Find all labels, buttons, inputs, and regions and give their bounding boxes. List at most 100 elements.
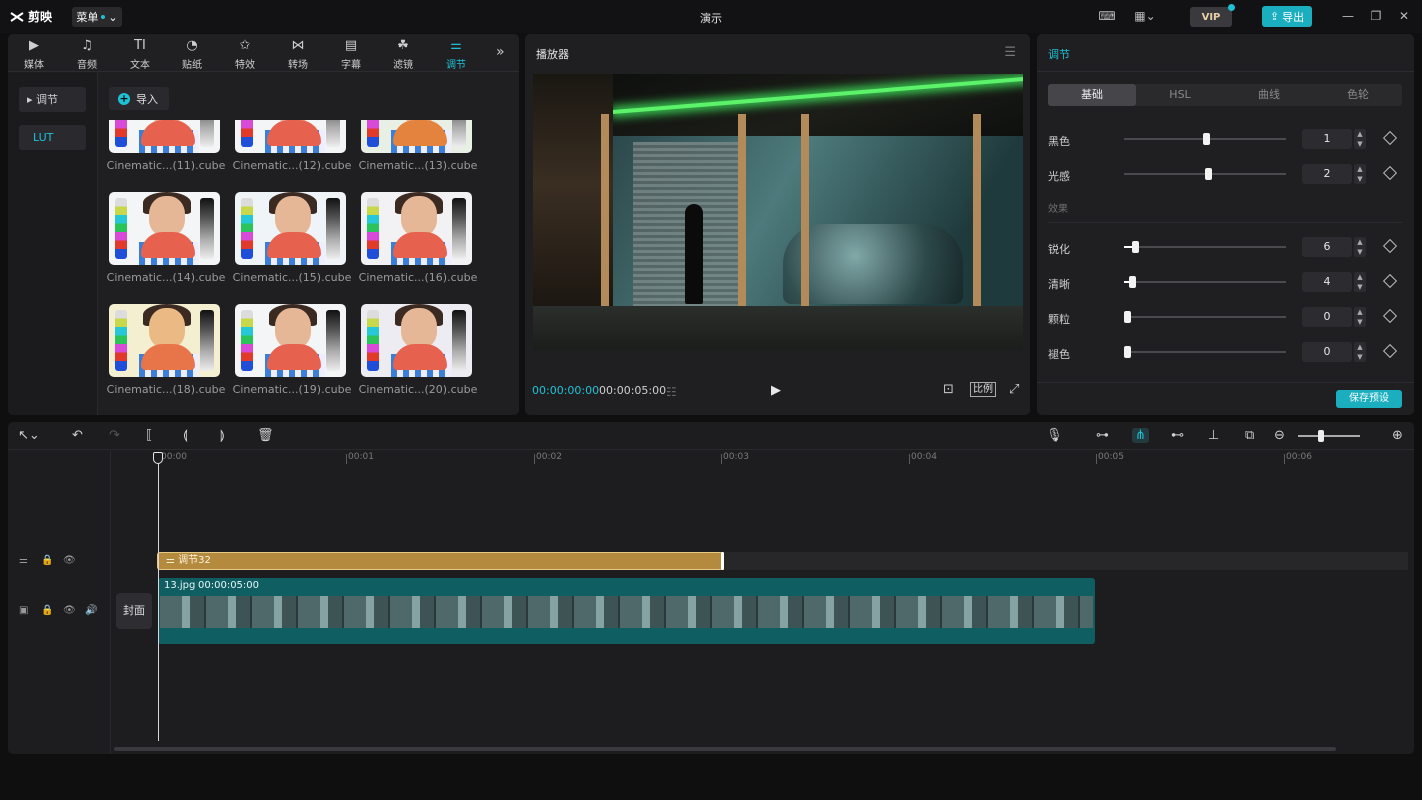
ratio-button[interactable]: 比例 bbox=[970, 382, 996, 397]
lut-item[interactable]: Cinematic...(15).cube bbox=[232, 192, 352, 292]
trim-right-icon[interactable]: ⟭ bbox=[220, 428, 225, 443]
lut-item[interactable]: Cinematic...(14).cube bbox=[106, 192, 226, 292]
minimize-icon[interactable]: — bbox=[1339, 8, 1357, 24]
tab-sticker[interactable]: ◔ 贴纸 bbox=[172, 37, 212, 71]
lut-item[interactable]: Cinematic...(20).cube bbox=[358, 304, 478, 404]
tab-audio[interactable]: ♫ 音频 bbox=[67, 37, 107, 71]
adjust-clip[interactable]: ⚌ 调节32 bbox=[157, 552, 724, 570]
timeline-ruler[interactable]: 00:00 00:01 00:02 00:03 00:04 00:05 00:0… bbox=[158, 452, 1414, 470]
link-icon[interactable]: ⊷ bbox=[1171, 428, 1184, 443]
close-icon[interactable]: ✕ bbox=[1395, 8, 1413, 24]
vip-button[interactable]: VIP bbox=[1190, 4, 1235, 27]
slider-knob[interactable] bbox=[1124, 311, 1131, 323]
menu-icon[interactable]: ☰ bbox=[1004, 45, 1016, 60]
playhead[interactable] bbox=[158, 456, 159, 741]
redo-icon[interactable]: ↷ bbox=[109, 428, 120, 443]
tab-effects[interactable]: ✩ 特效 bbox=[225, 37, 265, 71]
slider-knob[interactable] bbox=[1205, 168, 1212, 180]
trim-left-icon[interactable]: ⟬ bbox=[183, 428, 188, 443]
video-preview[interactable] bbox=[533, 74, 1023, 350]
link-main-track-icon[interactable]: ⊶ bbox=[1096, 428, 1109, 443]
playhead-handle[interactable] bbox=[153, 452, 163, 464]
tab-media[interactable]: ▶ 媒体 bbox=[14, 37, 54, 71]
zoom-slider-knob[interactable] bbox=[1318, 430, 1324, 442]
restore-icon[interactable]: ❐ bbox=[1367, 8, 1385, 24]
save-preset-button[interactable]: 保存预设 bbox=[1336, 390, 1402, 408]
value-input[interactable]: 0 bbox=[1302, 342, 1352, 362]
keyframe-icon[interactable] bbox=[1382, 165, 1398, 181]
slider-knob[interactable] bbox=[1132, 241, 1139, 253]
tab-curve[interactable]: 曲线 bbox=[1225, 84, 1313, 106]
eye-icon[interactable]: 👁 bbox=[63, 605, 76, 616]
lut-item[interactable]: Cinematic...(16).cube bbox=[358, 192, 478, 292]
lut-item[interactable]: Cinematic...(19).cube bbox=[232, 304, 352, 404]
stepper-icon[interactable]: ▲ ▼ bbox=[1354, 164, 1366, 184]
stepper-icon[interactable]: ▲ ▼ bbox=[1354, 342, 1366, 362]
side-nav-lut[interactable]: LUT bbox=[19, 125, 86, 150]
layout-icon[interactable]: ▦⌄ bbox=[1130, 8, 1160, 24]
eye-icon[interactable]: 👁 bbox=[63, 555, 76, 566]
slider-knob[interactable] bbox=[1203, 133, 1210, 145]
fit-icon[interactable]: ⊡ bbox=[943, 382, 954, 397]
value-input[interactable]: 1 bbox=[1302, 129, 1352, 149]
keyframe-icon[interactable] bbox=[1382, 308, 1398, 324]
value-input[interactable]: 0 bbox=[1302, 307, 1352, 327]
tab-transition[interactable]: ⋈ 转场 bbox=[278, 37, 318, 71]
microphone-icon[interactable]: 🎙 bbox=[1046, 428, 1063, 443]
slider-knob[interactable] bbox=[1124, 346, 1131, 358]
keyframe-icon[interactable] bbox=[1382, 273, 1398, 289]
tab-basic[interactable]: 基础 bbox=[1048, 84, 1136, 106]
slider-track[interactable] bbox=[1124, 246, 1286, 248]
slider-track[interactable] bbox=[1124, 281, 1286, 283]
auto-snap-icon[interactable]: ⋔ bbox=[1132, 428, 1149, 443]
lut-item[interactable]: Cinematic...(18).cube bbox=[106, 304, 226, 404]
zoom-slider-track[interactable] bbox=[1298, 435, 1360, 437]
undo-icon[interactable]: ↶ bbox=[72, 428, 83, 443]
side-nav-adjust[interactable]: ▸ 调节 bbox=[19, 87, 86, 112]
slider-knob[interactable] bbox=[1129, 276, 1136, 288]
fullscreen-icon[interactable]: ⤢ bbox=[1009, 382, 1019, 397]
tab-subtitle[interactable]: ▤ 字幕 bbox=[331, 37, 371, 71]
speaker-icon[interactable]: 🔊 bbox=[85, 605, 97, 616]
tab-color-wheel[interactable]: 色轮 bbox=[1314, 84, 1402, 106]
slider-track[interactable] bbox=[1124, 316, 1286, 318]
value-input[interactable]: 2 bbox=[1302, 164, 1352, 184]
horizontal-scrollbar[interactable] bbox=[114, 747, 1336, 751]
stepper-icon[interactable]: ▲ ▼ bbox=[1354, 272, 1366, 292]
split-preview-icon[interactable]: ⊥ bbox=[1208, 428, 1219, 443]
export-button[interactable]: ⇪ 导出 bbox=[1262, 6, 1312, 27]
zoom-out-icon[interactable]: ⊖ bbox=[1274, 428, 1285, 443]
slider-track[interactable] bbox=[1124, 351, 1286, 353]
play-icon[interactable]: ▶ bbox=[771, 383, 781, 398]
tab-filter[interactable]: ☘ 滤镜 bbox=[383, 37, 423, 71]
stepper-icon[interactable]: ▲ ▼ bbox=[1354, 129, 1366, 149]
timecode-grid-icon[interactable]: ☷ bbox=[666, 385, 677, 399]
zoom-in-icon[interactable]: ⊕ bbox=[1392, 428, 1403, 443]
preview-axis-icon[interactable]: ⧉ bbox=[1245, 428, 1254, 443]
tab-adjust[interactable]: ⚌ 调节 bbox=[436, 37, 476, 71]
lock-icon[interactable]: 🔒 bbox=[41, 605, 53, 616]
cover-button[interactable]: 封面 bbox=[116, 593, 152, 629]
delete-icon[interactable]: 🗑 bbox=[257, 428, 274, 443]
keyframe-icon[interactable] bbox=[1382, 343, 1398, 359]
lut-item[interactable]: Cinematic...(11).cube bbox=[106, 120, 226, 180]
stepper-icon[interactable]: ▲ ▼ bbox=[1354, 237, 1366, 257]
stepper-icon[interactable]: ▲ ▼ bbox=[1354, 307, 1366, 327]
import-button[interactable]: + 导入 bbox=[109, 87, 169, 110]
lut-item[interactable]: Cinematic...(13).cube bbox=[358, 120, 478, 180]
keyboard-shortcuts-icon[interactable]: ⌨ bbox=[1098, 8, 1116, 24]
keyframe-icon[interactable] bbox=[1382, 238, 1398, 254]
video-clip[interactable]: 13.jpg 00:00:05:00 bbox=[158, 578, 1095, 644]
tab-hsl[interactable]: HSL bbox=[1136, 84, 1224, 106]
tab-text[interactable]: TI 文本 bbox=[120, 37, 160, 71]
lut-item[interactable]: Cinematic...(12).cube bbox=[232, 120, 352, 180]
value-input[interactable]: 6 bbox=[1302, 237, 1352, 257]
value-input[interactable]: 4 bbox=[1302, 272, 1352, 292]
lock-icon[interactable]: 🔒 bbox=[41, 555, 53, 566]
keyframe-icon[interactable] bbox=[1382, 130, 1398, 146]
clip-trim-handle[interactable] bbox=[721, 552, 724, 570]
split-icon[interactable]: ⟦ bbox=[146, 428, 152, 443]
menu-button[interactable]: 菜单 ⌄ bbox=[72, 7, 122, 27]
select-pointer-icon[interactable]: ↖⌄ bbox=[18, 428, 40, 443]
more-tabs-icon[interactable]: » bbox=[496, 44, 505, 60]
